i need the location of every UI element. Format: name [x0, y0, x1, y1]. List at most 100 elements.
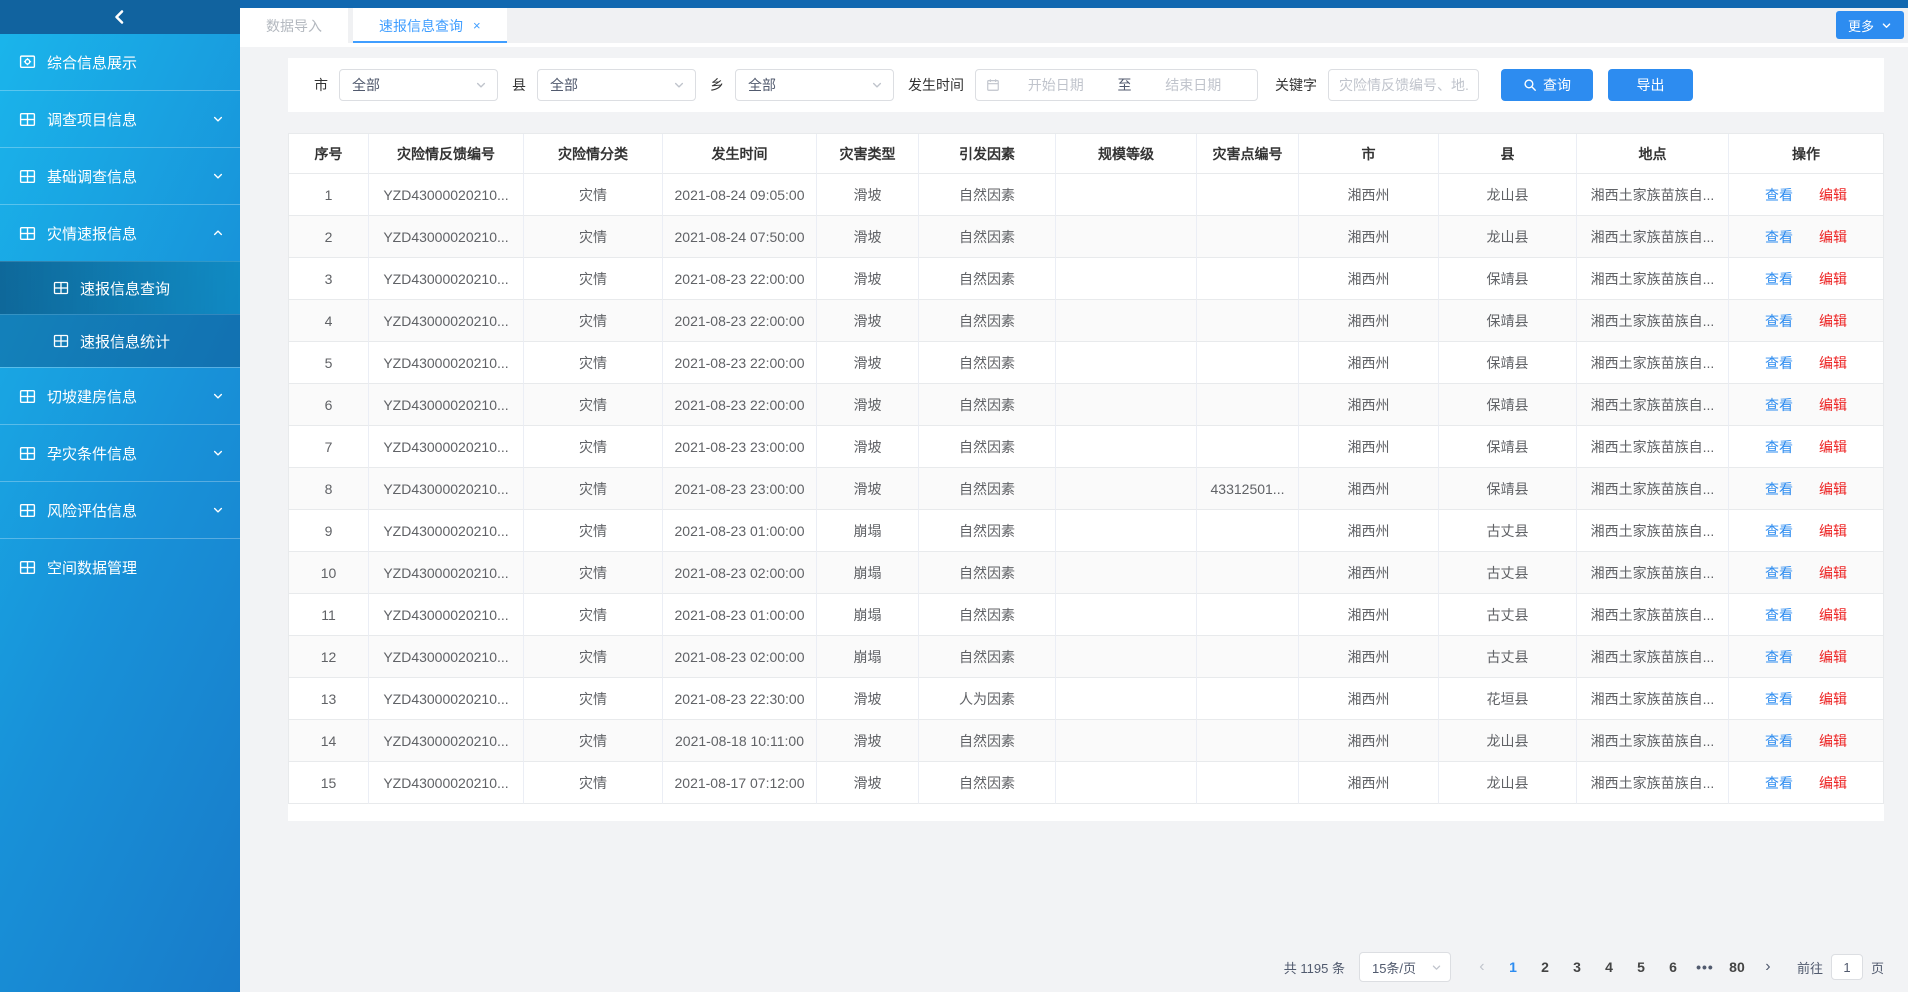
view-link[interactable]: 查看 [1765, 563, 1793, 583]
page-number[interactable]: 6 [1657, 959, 1689, 975]
search-button[interactable]: 查询 [1501, 69, 1593, 101]
tab-data-import[interactable]: 数据导入 [240, 8, 348, 43]
edit-link[interactable]: 编辑 [1819, 437, 1847, 457]
sidebar-subitem[interactable]: 速报信息查询 [0, 261, 240, 314]
more-button[interactable]: 更多 [1836, 11, 1904, 39]
next-page-button[interactable]: › [1753, 958, 1783, 976]
cell-location: 湘西土家族苗族自... [1577, 678, 1729, 720]
page-ellipsis[interactable]: ••• [1689, 959, 1721, 975]
edit-link[interactable]: 编辑 [1819, 479, 1847, 499]
cell-city: 湘西州 [1299, 426, 1439, 468]
view-link[interactable]: 查看 [1765, 647, 1793, 667]
edit-link[interactable]: 编辑 [1819, 269, 1847, 289]
sidebar-item[interactable]: 调查项目信息 [0, 90, 240, 147]
edit-link[interactable]: 编辑 [1819, 731, 1847, 751]
search-icon [1523, 78, 1537, 92]
keyword-input[interactable] [1328, 69, 1479, 101]
edit-link[interactable]: 编辑 [1819, 605, 1847, 625]
table-row: 6 YZD43000020210... 灾情 2021-08-23 22:00:… [289, 384, 1883, 426]
cell-point-code [1197, 552, 1299, 594]
edit-link[interactable]: 编辑 [1819, 311, 1847, 331]
chevron-down-icon [212, 227, 224, 239]
end-date-placeholder[interactable]: 结束日期 [1138, 75, 1250, 95]
goto-page-input[interactable] [1831, 954, 1863, 980]
sidebar-item[interactable]: 切坡建房信息 [0, 367, 240, 424]
sidebar-item[interactable]: 空间数据管理 [0, 538, 240, 595]
view-link[interactable]: 查看 [1765, 773, 1793, 793]
edit-link[interactable]: 编辑 [1819, 563, 1847, 583]
cell-factor: 人为因素 [919, 678, 1056, 720]
town-select[interactable]: 全部 [735, 69, 894, 101]
cell-location: 湘西土家族苗族自... [1577, 384, 1729, 426]
cell-code: YZD43000020210... [369, 426, 524, 468]
sidebar-item[interactable]: 风险评估信息 [0, 481, 240, 538]
cell-point-code [1197, 594, 1299, 636]
view-link[interactable]: 查看 [1765, 311, 1793, 331]
cell-county: 龙山县 [1439, 216, 1577, 258]
page-number[interactable]: 1 [1497, 959, 1529, 975]
cell-no: 1 [289, 174, 369, 216]
view-link[interactable]: 查看 [1765, 479, 1793, 499]
sidebar-item[interactable]: 综合信息展示 [0, 34, 240, 90]
goto-label: 前往 [1797, 958, 1823, 977]
view-link[interactable]: 查看 [1765, 605, 1793, 625]
page-number[interactable]: 5 [1625, 959, 1657, 975]
cell-factor: 自然因素 [919, 384, 1056, 426]
view-link[interactable]: 查看 [1765, 731, 1793, 751]
city-select[interactable]: 全部 [339, 69, 498, 101]
cell-point-code [1197, 720, 1299, 762]
edit-link[interactable]: 编辑 [1819, 227, 1847, 247]
county-select[interactable]: 全部 [537, 69, 696, 101]
sidebar-collapse-button[interactable] [0, 0, 240, 34]
chevron-down-icon [871, 79, 883, 91]
page-number[interactable]: 3 [1561, 959, 1593, 975]
view-link[interactable]: 查看 [1765, 353, 1793, 373]
chevron-down-icon [1431, 962, 1442, 973]
cell-location: 湘西土家族苗族自... [1577, 636, 1729, 678]
pagination: 共 1195 条 15条/页 ‹ 123456•••80 › 前往 页 [1284, 952, 1884, 982]
view-link[interactable]: 查看 [1765, 185, 1793, 205]
page-size-value: 15条/页 [1372, 958, 1416, 977]
edit-link[interactable]: 编辑 [1819, 647, 1847, 667]
table-row: 8 YZD43000020210... 灾情 2021-08-23 23:00:… [289, 468, 1883, 510]
view-link[interactable]: 查看 [1765, 269, 1793, 289]
page-number[interactable]: 80 [1721, 959, 1753, 975]
page-number[interactable]: 2 [1529, 959, 1561, 975]
export-button[interactable]: 导出 [1608, 69, 1693, 101]
view-link[interactable]: 查看 [1765, 437, 1793, 457]
chevron-down-icon [212, 113, 224, 125]
sidebar-item[interactable]: 灾情速报信息 [0, 204, 240, 261]
cell-scale [1056, 300, 1197, 342]
prev-page-button[interactable]: ‹ [1467, 958, 1497, 976]
edit-link[interactable]: 编辑 [1819, 773, 1847, 793]
sidebar-item[interactable]: 基础调查信息 [0, 147, 240, 204]
start-date-placeholder[interactable]: 开始日期 [1000, 75, 1112, 95]
date-range-picker[interactable]: 开始日期 至 结束日期 [975, 69, 1258, 101]
cell-no: 11 [289, 594, 369, 636]
tab-label: 数据导入 [266, 16, 322, 36]
cell-time: 2021-08-24 09:05:00 [663, 174, 817, 216]
cell-city: 湘西州 [1299, 300, 1439, 342]
edit-link[interactable]: 编辑 [1819, 395, 1847, 415]
view-link[interactable]: 查看 [1765, 227, 1793, 247]
cell-no: 4 [289, 300, 369, 342]
page-number[interactable]: 4 [1593, 959, 1625, 975]
sidebar-subitem[interactable]: 速报信息统计 [0, 314, 240, 367]
edit-link[interactable]: 编辑 [1819, 185, 1847, 205]
sidebar-item[interactable]: 孕灾条件信息 [0, 424, 240, 481]
edit-link[interactable]: 编辑 [1819, 521, 1847, 541]
cell-county: 花垣县 [1439, 678, 1577, 720]
sidebar-menu: 综合信息展示 调查项目信息 [0, 34, 240, 595]
col-header-no: 序号 [289, 134, 369, 174]
cell-scale [1056, 174, 1197, 216]
close-icon[interactable]: × [473, 19, 481, 32]
cell-type: 滑坡 [817, 678, 919, 720]
view-link[interactable]: 查看 [1765, 521, 1793, 541]
view-link[interactable]: 查看 [1765, 395, 1793, 415]
edit-link[interactable]: 编辑 [1819, 353, 1847, 373]
page-size-select[interactable]: 15条/页 [1359, 952, 1451, 982]
cell-factor: 自然因素 [919, 426, 1056, 468]
edit-link[interactable]: 编辑 [1819, 689, 1847, 709]
view-link[interactable]: 查看 [1765, 689, 1793, 709]
tab-report-query[interactable]: 速报信息查询 × [353, 8, 507, 43]
